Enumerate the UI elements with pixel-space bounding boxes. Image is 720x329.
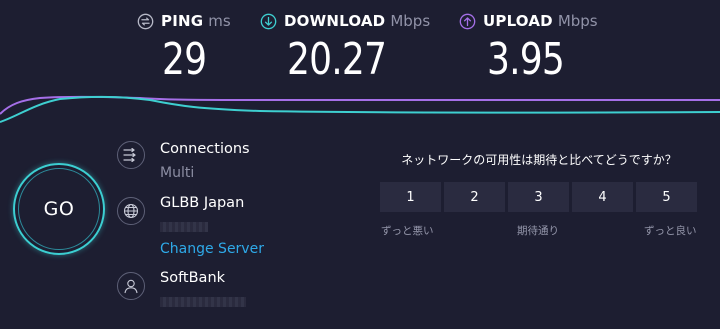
speed-graph (0, 95, 720, 123)
download-stat: DOWNLOAD Mbps 20.27 (260, 12, 430, 85)
upload-value: 3.95 (487, 34, 565, 85)
upload-header: UPLOAD Mbps (459, 12, 598, 30)
upload-arrow-icon (459, 13, 476, 29)
change-server-link[interactable]: Change Server (160, 241, 264, 257)
globe-glyph (123, 203, 139, 219)
download-value: 20.27 (287, 34, 387, 85)
connections-value: Multi (160, 165, 195, 181)
ping-value: 29 (162, 34, 207, 85)
scale-label-low: ずっと悪い (381, 225, 434, 237)
upload-stat: UPLOAD Mbps 3.95 (459, 12, 598, 85)
scale-label-high: ずっと良い (644, 225, 697, 237)
upload-title: UPLOAD (483, 12, 553, 30)
download-arrow-icon (260, 13, 277, 29)
ping-icon (137, 13, 154, 29)
rating-button-2[interactable]: 2 (443, 181, 506, 213)
rating-button-1[interactable]: 1 (379, 181, 442, 213)
upload-unit: Mbps (557, 12, 598, 30)
connections-title: Connections (160, 141, 250, 157)
connections-icon (117, 141, 145, 169)
survey-question: ネットワークの可用性は期待と比べてどうですか？ (401, 153, 677, 167)
rating-button-4[interactable]: 4 (571, 181, 634, 213)
rating-scale: 1 2 3 4 5 (379, 181, 699, 213)
rating-button-3[interactable]: 3 (507, 181, 570, 213)
go-button[interactable]: GO (18, 168, 100, 250)
rating-button-5[interactable]: 5 (635, 181, 698, 213)
provider-ip-redacted (160, 297, 246, 307)
server-name: GLBB Japan (160, 195, 245, 211)
user-icon (117, 272, 145, 300)
ping-unit: ms (208, 12, 231, 30)
ping-header: PING ms (137, 12, 231, 30)
connections-glyph (123, 148, 136, 162)
globe-icon (117, 197, 145, 225)
user-glyph (124, 279, 138, 293)
download-unit: Mbps (390, 12, 431, 30)
server-location-redacted (160, 222, 208, 232)
download-header: DOWNLOAD Mbps (260, 12, 430, 30)
download-title: DOWNLOAD (284, 12, 386, 30)
provider-name: SoftBank (160, 270, 226, 286)
scale-label-mid: 期待通り (517, 225, 559, 237)
go-button-label: GO (43, 198, 75, 220)
ping-stat: PING ms 29 (137, 12, 231, 85)
ping-title: PING (161, 12, 204, 30)
speed-stats: PING ms 29 DOWNLOAD Mbps 20.27 UPLOAD Mb… (0, 0, 720, 90)
